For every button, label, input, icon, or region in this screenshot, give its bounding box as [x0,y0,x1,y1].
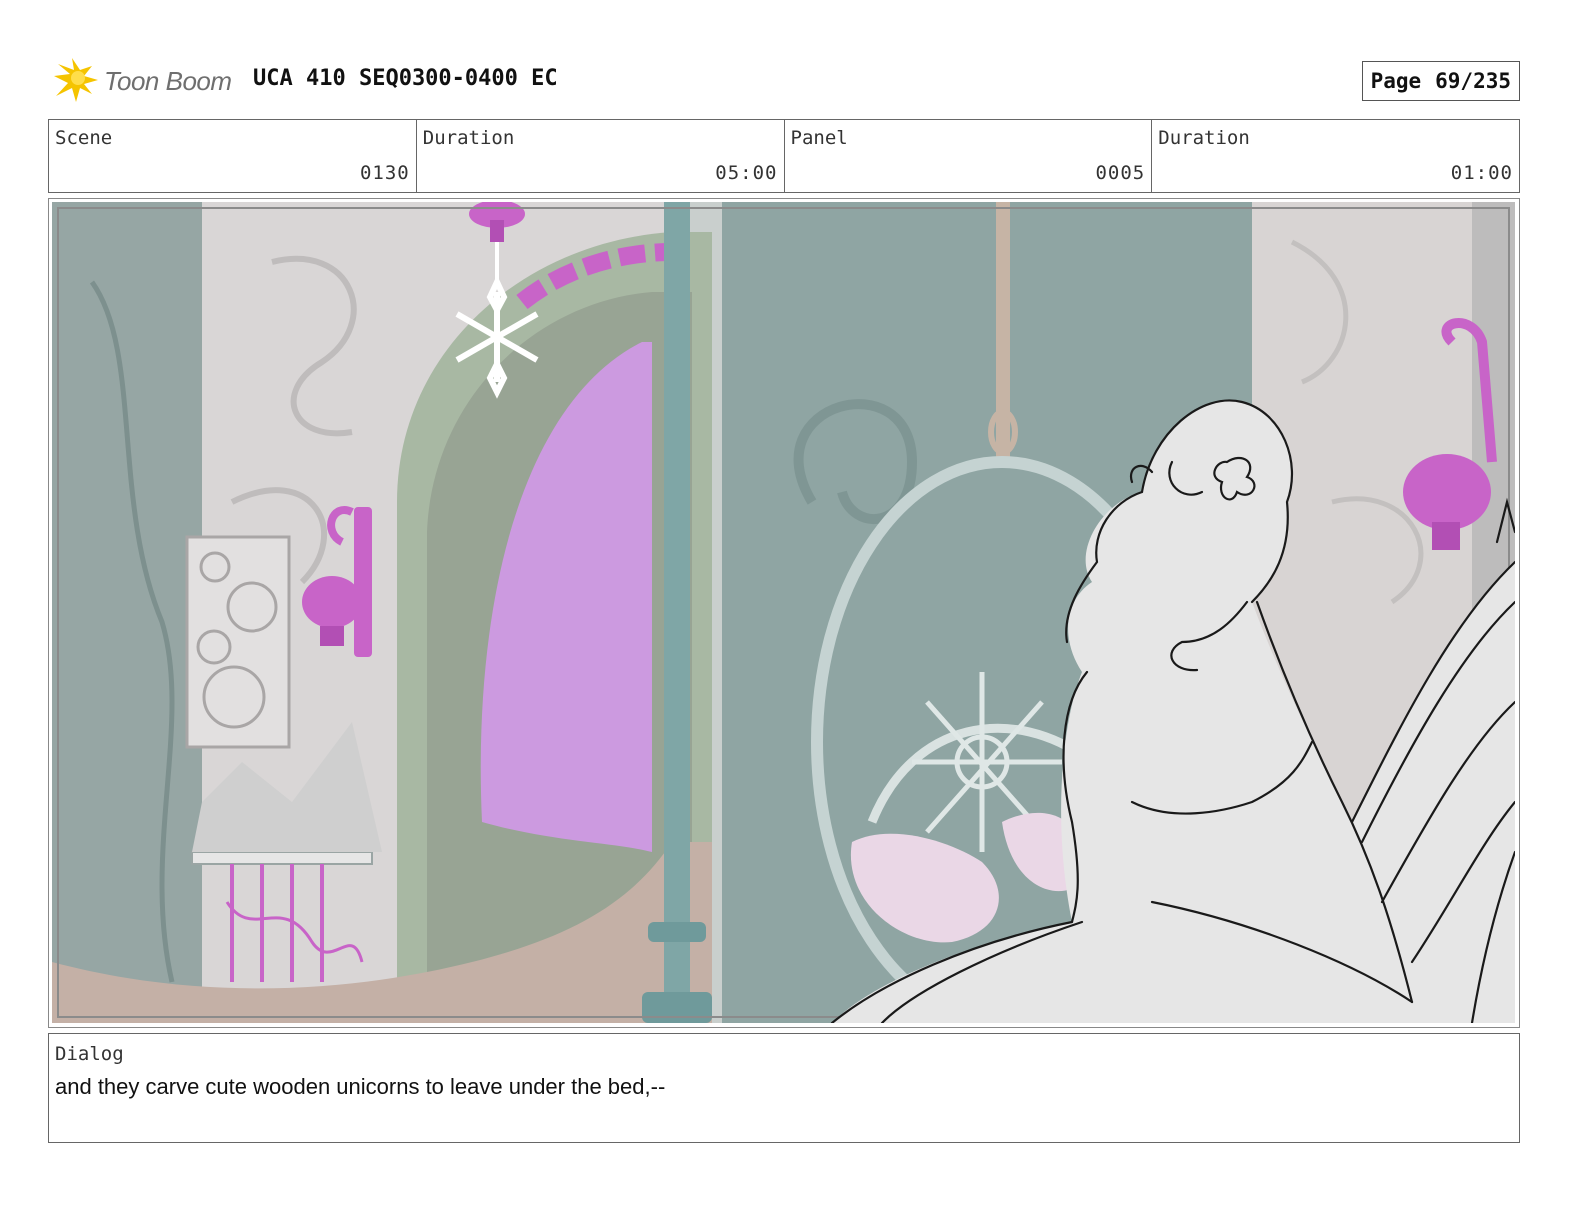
dialog-text: and they carve cute wooden unicorns to l… [55,1074,666,1099]
storyboard-panel-image [52,202,1515,1023]
panel-label: Panel [790,127,848,149]
panel-duration-value: 01:00 [1450,162,1513,184]
scene-duration-value: 05:00 [715,162,778,184]
page-label: Page [1370,69,1422,93]
page-number: 69/235 [1435,69,1511,93]
dialog-box: Dialog and they carve cute wooden unicor… [48,1033,1520,1143]
scene-label: Scene [55,127,113,149]
toon-boom-logo: Toon Boom [48,56,248,104]
scene-cell: Scene 0130 [49,120,417,192]
panel-duration-cell: Duration 01:00 [1152,120,1519,192]
scene-duration-label: Duration [422,127,515,149]
dialog-label: Dialog [55,1043,124,1065]
panel-cell: Panel 0005 [785,120,1153,192]
page-header: Toon Boom UCA 410 SEQ0300-0400 EC Page 6… [48,56,1520,104]
panel-duration-label: Duration [1158,127,1250,149]
scene-value: 0130 [359,162,410,184]
storyboard-panel-frame [48,198,1520,1028]
starburst-icon [54,58,98,102]
page-indicator: Page 69/235 [1361,61,1520,101]
logo-text: Toon Boom [104,66,232,96]
bedroom-scene-illustration [52,202,1515,1023]
document-title: UCA 410 SEQ0300-0400 EC [253,66,558,91]
panel-value: 0005 [1095,162,1146,184]
scene-duration-cell: Duration 05:00 [417,120,785,192]
scene-info-table: Scene 0130 Duration 05:00 Panel 0005 Dur… [48,119,1520,193]
